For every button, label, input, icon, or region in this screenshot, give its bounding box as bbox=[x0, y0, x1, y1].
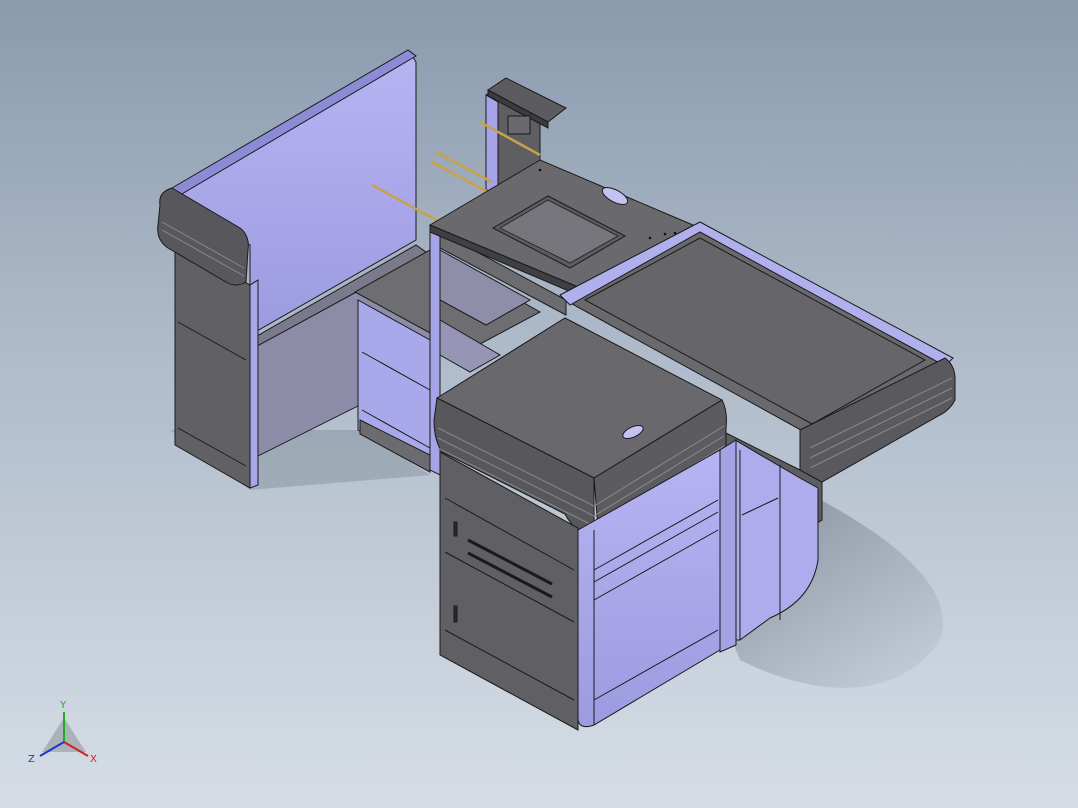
cad-viewport[interactable]: Y X Z bbox=[0, 0, 1078, 808]
post-front bbox=[485, 94, 499, 193]
screw-dot bbox=[673, 231, 677, 235]
post-bracket bbox=[507, 115, 531, 135]
cabinet-right-strip bbox=[719, 439, 737, 653]
axis-triad: Y X Z bbox=[28, 700, 97, 765]
triad-z-label: Z bbox=[28, 754, 35, 765]
bagging-side-front bbox=[249, 279, 259, 489]
model-render[interactable]: Y X Z bbox=[0, 0, 1078, 808]
cabinet-handle[interactable] bbox=[453, 521, 458, 537]
cashier-cabinet[interactable] bbox=[433, 317, 737, 731]
triad-x-label: X bbox=[90, 754, 97, 765]
screw-dot bbox=[663, 232, 667, 236]
rod-2 bbox=[431, 160, 489, 194]
triad-y-label: Y bbox=[59, 700, 67, 711]
screw-dot bbox=[538, 168, 542, 172]
screw-dot bbox=[648, 236, 652, 240]
rod-3 bbox=[435, 150, 493, 184]
cabinet-handle-2[interactable] bbox=[453, 605, 458, 623]
